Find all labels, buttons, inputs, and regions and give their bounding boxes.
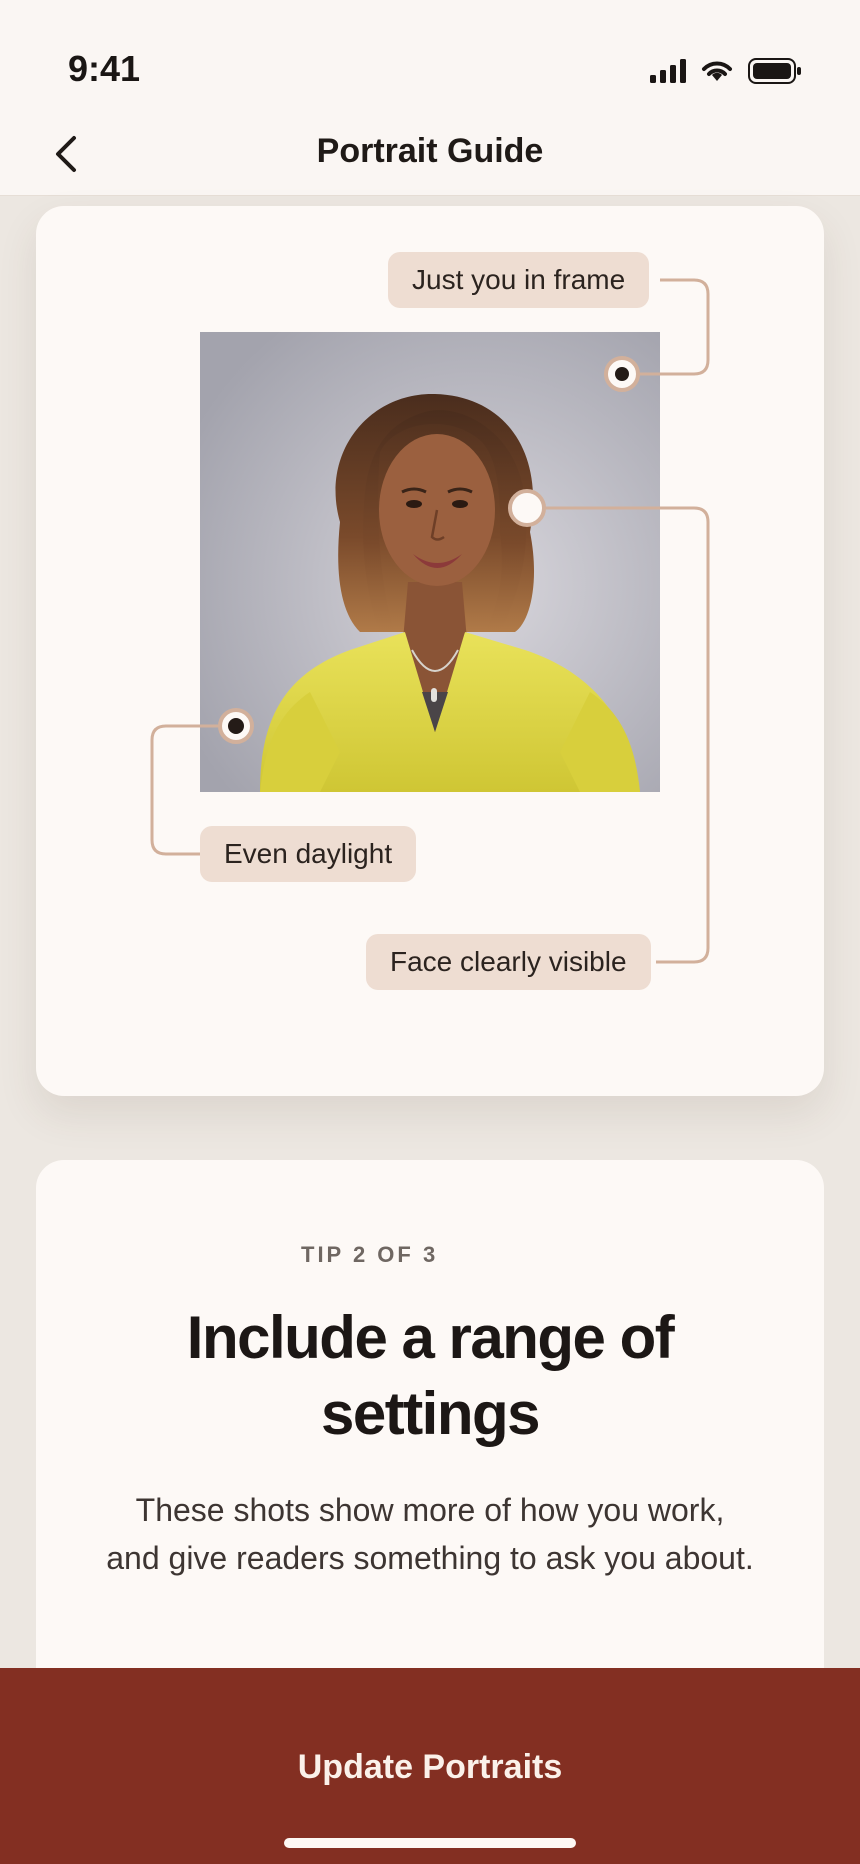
status-bar: 9:41 (0, 0, 860, 110)
wifi-icon (702, 61, 732, 81)
signal-icon (650, 59, 686, 83)
page-title: Portrait Guide (316, 132, 544, 170)
tip-step-counter: TIP 2 OF 3 (301, 1242, 439, 1267)
portrait-illustration (200, 332, 660, 792)
update-portraits-label: Update Portraits (297, 1748, 563, 1786)
status-icons (650, 58, 802, 84)
callout-even-daylight: Even daylight (200, 826, 417, 882)
tip-title: Include a range of settings (186, 1304, 675, 1447)
callout-face-clearly-visible: Face clearly visible (366, 934, 651, 990)
example-portrait (200, 332, 660, 792)
battery-icon (748, 58, 801, 84)
tip-card: TIP 2 OF 3 Include a range of settings T… (36, 1160, 824, 1720)
update-portraits-button[interactable]: Update Portraits (0, 1668, 860, 1864)
nav-bar: Portrait Guide (0, 110, 860, 196)
status-time: 9:41 (68, 48, 141, 89)
callout-just-you-in-frame: Just you in frame (388, 252, 650, 308)
example-photo-card: Just you in frame Even daylight Face cle… (36, 206, 824, 1096)
tip-body: These shots show more of how you work, a… (106, 1492, 754, 1576)
home-indicator (284, 1838, 576, 1848)
